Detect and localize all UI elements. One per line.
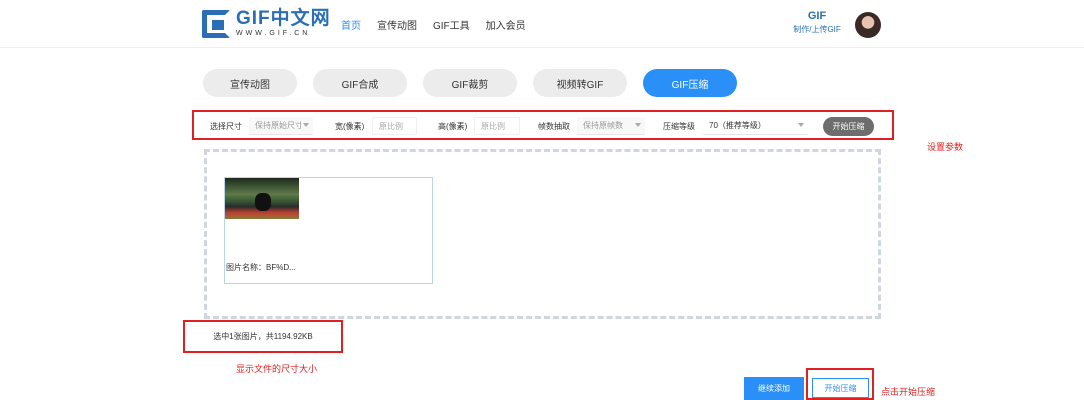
- nav-promo-gif[interactable]: 宣传动图: [377, 17, 417, 32]
- size-select[interactable]: 保持原始尺寸: [249, 117, 313, 135]
- site-logo[interactable]: GIF中文网 WWW.GIF.CN: [202, 9, 331, 38]
- avatar[interactable]: [855, 12, 881, 38]
- annotation-start-highlight: 开始压缩: [806, 368, 874, 400]
- chevron-down-icon: [635, 123, 641, 127]
- file-summary-text: 选中1张图片，共1194.92KB: [213, 332, 313, 341]
- annotation-click-start: 点击开始压缩: [881, 387, 936, 397]
- size-select-value: 保持原始尺寸: [255, 121, 301, 130]
- file-name: 图片名称：BF%D...: [226, 263, 296, 272]
- tab-gif-compose[interactable]: GIF合成: [313, 69, 407, 97]
- file-summary: 选中1张图片，共1194.92KB: [183, 320, 343, 353]
- nav-gif-tools[interactable]: GIF工具: [433, 17, 470, 32]
- tab-gif-crop[interactable]: GIF裁剪: [423, 69, 517, 97]
- level-select[interactable]: 70（推荐等级）: [703, 117, 808, 135]
- annotation-set-params: 设置参数: [927, 142, 964, 152]
- make-gif-subtitle: 制作/上传GIF: [793, 25, 841, 34]
- site-header: GIF中文网 WWW.GIF.CN 首页 宣传动图 GIF工具 加入会员 GIF…: [0, 0, 1084, 48]
- height-label: 高(像素): [438, 122, 468, 131]
- settings-bar: 选择尺寸 保持原始尺寸 宽(像素) 原比例 高(像素) 原比例 帧数抽取 保持原…: [192, 110, 894, 140]
- width-placeholder: 原比例: [379, 121, 403, 131]
- file-card[interactable]: 图片名称：BF%D...: [224, 177, 433, 284]
- tab-gif-compress[interactable]: GIF压缩: [643, 69, 737, 97]
- nav-join-member[interactable]: 加入会员: [486, 17, 526, 32]
- main-nav: 首页 宣传动图 GIF工具 加入会员: [341, 17, 542, 32]
- nav-home[interactable]: 首页: [341, 17, 361, 32]
- file-thumbnail: [225, 178, 299, 219]
- logo-subtitle: WWW.GIF.CN: [236, 30, 311, 37]
- height-placeholder: 原比例: [481, 121, 505, 131]
- logo-icon: [202, 9, 232, 38]
- start-compress-button-top[interactable]: 开始压缩: [823, 117, 874, 136]
- tab-promo-gif[interactable]: 宣传动图: [203, 69, 297, 97]
- frame-select-value: 保持原帧数: [583, 121, 623, 130]
- frame-select[interactable]: 保持原帧数: [577, 117, 645, 135]
- start-compress-button[interactable]: 开始压缩: [812, 378, 869, 398]
- tool-tabs: 宣传动图 GIF合成 GIF裁剪 视频转GIF GIF压缩: [203, 69, 753, 97]
- height-input[interactable]: 原比例: [474, 117, 520, 135]
- frame-label: 帧数抽取: [538, 122, 570, 131]
- upload-dropzone[interactable]: 图片名称：BF%D...: [204, 149, 881, 319]
- chevron-down-icon: [798, 123, 804, 127]
- size-label: 选择尺寸: [210, 122, 242, 131]
- chevron-down-icon: [303, 123, 309, 127]
- level-label: 压缩等级: [663, 122, 695, 131]
- tab-video-to-gif[interactable]: 视频转GIF: [533, 69, 627, 97]
- level-select-value: 70（推荐等级）: [709, 121, 766, 130]
- logo-title: GIF中文网: [236, 8, 331, 29]
- make-upload-gif-link[interactable]: GIF 制作/上传GIF: [792, 10, 842, 35]
- make-gif-title: GIF: [807, 10, 827, 22]
- width-label: 宽(像素): [335, 122, 365, 131]
- width-input[interactable]: 原比例: [372, 117, 417, 135]
- continue-add-button[interactable]: 继续添加: [744, 377, 804, 400]
- annotation-show-size: 显示文件的尺寸大小: [236, 364, 318, 374]
